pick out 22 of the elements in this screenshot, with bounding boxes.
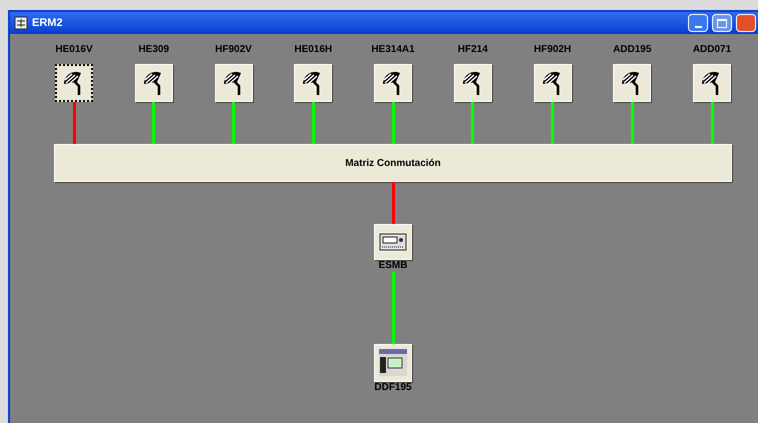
matrix-block[interactable]: Matriz Conmutación (54, 144, 732, 182)
antenna-label: HF902H (534, 44, 572, 56)
monitor-icon (378, 348, 408, 378)
antenna-label: HF902V (215, 44, 252, 56)
receiver-icon (379, 233, 407, 251)
receiver-node[interactable] (374, 224, 412, 260)
antenna-label: HE309 (138, 44, 170, 56)
antenna-label: HE016H (294, 44, 332, 56)
antenna-label: ADD071 (692, 44, 732, 56)
antenna-label: HE314A1 (371, 44, 415, 56)
display-label: DDF195 (374, 382, 412, 394)
maximize-button[interactable] (712, 14, 732, 32)
antenna-label: HF214 (458, 44, 488, 56)
close-button[interactable] (736, 14, 756, 32)
antenna-label: HE016V (55, 44, 93, 56)
window-title: ERM2 (32, 16, 63, 31)
antenna-label: ADD195 (613, 44, 652, 56)
minimize-button[interactable] (688, 14, 708, 32)
display-node[interactable] (374, 344, 412, 382)
antenna-node[interactable] (55, 64, 93, 102)
receiver-label: ESMB (378, 260, 408, 272)
window-app-icon (14, 16, 28, 30)
